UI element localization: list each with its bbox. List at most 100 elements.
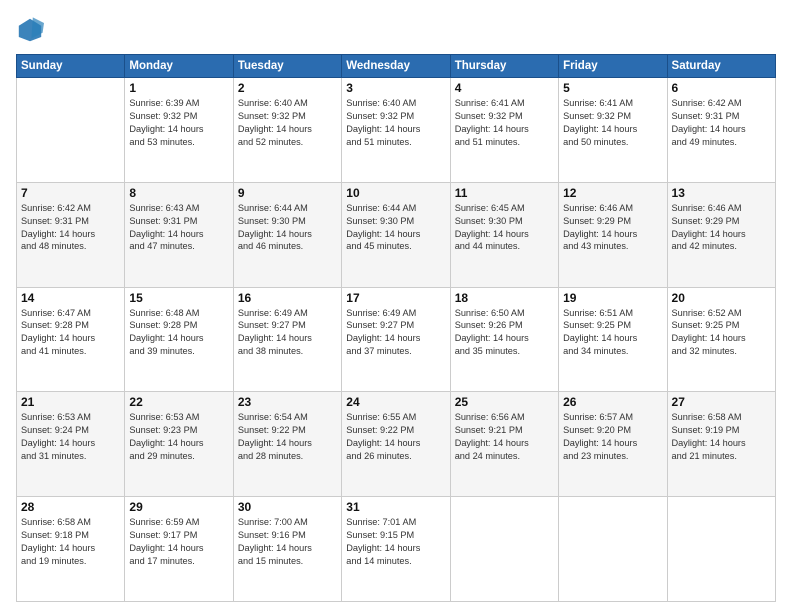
cell-info: Sunrise: 6:50 AMSunset: 9:26 PMDaylight:…	[455, 307, 554, 359]
day-number: 11	[455, 186, 554, 200]
calendar-cell: 18 Sunrise: 6:50 AMSunset: 9:26 PMDayligh…	[450, 287, 558, 392]
calendar-cell: 19Sunrise: 6:51 AMSunset: 9:25 PMDayligh…	[559, 287, 667, 392]
day-number: 24	[346, 395, 445, 409]
day-number: 26	[563, 395, 662, 409]
calendar-cell: 15Sunrise: 6:48 AMSunset: 9:28 PMDayligh…	[125, 287, 233, 392]
calendar-cell: 3 Sunrise: 6:40 AMSunset: 9:32 PMDaylight…	[342, 78, 450, 183]
cell-info: Sunrise: 6:57 AMSunset: 9:20 PMDaylight:…	[563, 411, 662, 463]
calendar-cell: 26 Sunrise: 6:57 AMSunset: 9:20 PMDayligh…	[559, 392, 667, 497]
day-number: 2	[238, 81, 337, 95]
cell-info: Sunrise: 7:01 AMSunset: 9:15 PMDaylight:…	[346, 516, 445, 568]
day-number: 30	[238, 500, 337, 514]
calendar-cell	[450, 497, 558, 602]
cell-info: Sunrise: 6:42 AMSunset: 9:31 PMDaylight:…	[672, 97, 771, 149]
cell-info: Sunrise: 6:43 AMSunset: 9:31 PMDaylight:…	[129, 202, 228, 254]
cell-info: Sunrise: 6:45 AMSunset: 9:30 PMDaylight:…	[455, 202, 554, 254]
calendar-cell: 6 Sunrise: 6:42 AMSunset: 9:31 PMDaylight…	[667, 78, 775, 183]
calendar-cell	[559, 497, 667, 602]
calendar-cell: 31Sunrise: 7:01 AMSunset: 9:15 PMDayligh…	[342, 497, 450, 602]
cell-info: Sunrise: 6:40 AMSunset: 9:32 PMDaylight:…	[346, 97, 445, 149]
day-number: 8	[129, 186, 228, 200]
cell-info: Sunrise: 6:56 AMSunset: 9:21 PMDaylight:…	[455, 411, 554, 463]
cell-info: Sunrise: 6:52 AMSunset: 9:25 PMDaylight:…	[672, 307, 771, 359]
calendar-cell: 16 Sunrise: 6:49 AMSunset: 9:27 PMDayligh…	[233, 287, 341, 392]
calendar-cell: 17 Sunrise: 6:49 AMSunset: 9:27 PMDayligh…	[342, 287, 450, 392]
page: SundayMondayTuesdayWednesdayThursdayFrid…	[0, 0, 792, 612]
calendar-cell: 9 Sunrise: 6:44 AMSunset: 9:30 PMDaylight…	[233, 182, 341, 287]
calendar-cell: 30 Sunrise: 7:00 AMSunset: 9:16 PMDayligh…	[233, 497, 341, 602]
calendar-cell: 11 Sunrise: 6:45 AMSunset: 9:30 PMDayligh…	[450, 182, 558, 287]
day-number: 28	[21, 500, 120, 514]
day-number: 27	[672, 395, 771, 409]
calendar-cell: 12 Sunrise: 6:46 AMSunset: 9:29 PMDayligh…	[559, 182, 667, 287]
cell-info: Sunrise: 6:40 AMSunset: 9:32 PMDaylight:…	[238, 97, 337, 149]
col-header-monday: Monday	[125, 55, 233, 78]
col-header-thursday: Thursday	[450, 55, 558, 78]
day-number: 18	[455, 291, 554, 305]
day-number: 5	[563, 81, 662, 95]
week-row-2: 7 Sunrise: 6:42 AMSunset: 9:31 PMDaylight…	[17, 182, 776, 287]
cell-info: Sunrise: 6:59 AMSunset: 9:17 PMDaylight:…	[129, 516, 228, 568]
calendar-cell: 27 Sunrise: 6:58 AMSunset: 9:19 PMDayligh…	[667, 392, 775, 497]
calendar-cell: 29Sunrise: 6:59 AMSunset: 9:17 PMDayligh…	[125, 497, 233, 602]
calendar-cell: 23 Sunrise: 6:54 AMSunset: 9:22 PMDayligh…	[233, 392, 341, 497]
day-number: 23	[238, 395, 337, 409]
calendar-cell: 2 Sunrise: 6:40 AMSunset: 9:32 PMDaylight…	[233, 78, 341, 183]
week-row-5: 28 Sunrise: 6:58 AMSunset: 9:18 PMDayligh…	[17, 497, 776, 602]
cell-info: Sunrise: 6:58 AMSunset: 9:18 PMDaylight:…	[21, 516, 120, 568]
cell-info: Sunrise: 6:41 AMSunset: 9:32 PMDaylight:…	[563, 97, 662, 149]
day-number: 12	[563, 186, 662, 200]
day-number: 17	[346, 291, 445, 305]
day-number: 10	[346, 186, 445, 200]
cell-info: Sunrise: 7:00 AMSunset: 9:16 PMDaylight:…	[238, 516, 337, 568]
col-header-tuesday: Tuesday	[233, 55, 341, 78]
calendar: SundayMondayTuesdayWednesdayThursdayFrid…	[16, 54, 776, 602]
day-number: 6	[672, 81, 771, 95]
calendar-cell: 5 Sunrise: 6:41 AMSunset: 9:32 PMDaylight…	[559, 78, 667, 183]
col-header-saturday: Saturday	[667, 55, 775, 78]
calendar-cell	[667, 497, 775, 602]
cell-info: Sunrise: 6:53 AMSunset: 9:23 PMDaylight:…	[129, 411, 228, 463]
cell-info: Sunrise: 6:46 AMSunset: 9:29 PMDaylight:…	[672, 202, 771, 254]
day-number: 3	[346, 81, 445, 95]
day-number: 15	[129, 291, 228, 305]
calendar-cell: 10Sunrise: 6:44 AMSunset: 9:30 PMDayligh…	[342, 182, 450, 287]
day-number: 13	[672, 186, 771, 200]
calendar-cell	[17, 78, 125, 183]
day-number: 4	[455, 81, 554, 95]
day-number: 16	[238, 291, 337, 305]
col-header-friday: Friday	[559, 55, 667, 78]
cell-info: Sunrise: 6:46 AMSunset: 9:29 PMDaylight:…	[563, 202, 662, 254]
day-number: 1	[129, 81, 228, 95]
calendar-cell: 7 Sunrise: 6:42 AMSunset: 9:31 PMDaylight…	[17, 182, 125, 287]
day-number: 22	[129, 395, 228, 409]
cell-info: Sunrise: 6:42 AMSunset: 9:31 PMDaylight:…	[21, 202, 120, 254]
day-number: 7	[21, 186, 120, 200]
week-row-4: 21 Sunrise: 6:53 AMSunset: 9:24 PMDayligh…	[17, 392, 776, 497]
calendar-cell: 14Sunrise: 6:47 AMSunset: 9:28 PMDayligh…	[17, 287, 125, 392]
col-header-wednesday: Wednesday	[342, 55, 450, 78]
week-row-1: 1Sunrise: 6:39 AMSunset: 9:32 PMDaylight…	[17, 78, 776, 183]
day-number: 20	[672, 291, 771, 305]
day-number: 9	[238, 186, 337, 200]
day-number: 21	[21, 395, 120, 409]
calendar-cell: 8 Sunrise: 6:43 AMSunset: 9:31 PMDaylight…	[125, 182, 233, 287]
calendar-cell: 13 Sunrise: 6:46 AMSunset: 9:29 PMDayligh…	[667, 182, 775, 287]
cell-info: Sunrise: 6:58 AMSunset: 9:19 PMDaylight:…	[672, 411, 771, 463]
cell-info: Sunrise: 6:54 AMSunset: 9:22 PMDaylight:…	[238, 411, 337, 463]
cell-info: Sunrise: 6:55 AMSunset: 9:22 PMDaylight:…	[346, 411, 445, 463]
calendar-cell: 4Sunrise: 6:41 AMSunset: 9:32 PMDaylight…	[450, 78, 558, 183]
cell-info: Sunrise: 6:51 AMSunset: 9:25 PMDaylight:…	[563, 307, 662, 359]
cell-info: Sunrise: 6:47 AMSunset: 9:28 PMDaylight:…	[21, 307, 120, 359]
day-number: 25	[455, 395, 554, 409]
header-row: SundayMondayTuesdayWednesdayThursdayFrid…	[17, 55, 776, 78]
logo-icon	[16, 16, 44, 44]
col-header-sunday: Sunday	[17, 55, 125, 78]
calendar-cell: 24 Sunrise: 6:55 AMSunset: 9:22 PMDayligh…	[342, 392, 450, 497]
cell-info: Sunrise: 6:49 AMSunset: 9:27 PMDaylight:…	[238, 307, 337, 359]
calendar-cell: 28 Sunrise: 6:58 AMSunset: 9:18 PMDayligh…	[17, 497, 125, 602]
cell-info: Sunrise: 6:44 AMSunset: 9:30 PMDaylight:…	[238, 202, 337, 254]
cell-info: Sunrise: 6:53 AMSunset: 9:24 PMDaylight:…	[21, 411, 120, 463]
cell-info: Sunrise: 6:49 AMSunset: 9:27 PMDaylight:…	[346, 307, 445, 359]
calendar-cell: 25 Sunrise: 6:56 AMSunset: 9:21 PMDayligh…	[450, 392, 558, 497]
